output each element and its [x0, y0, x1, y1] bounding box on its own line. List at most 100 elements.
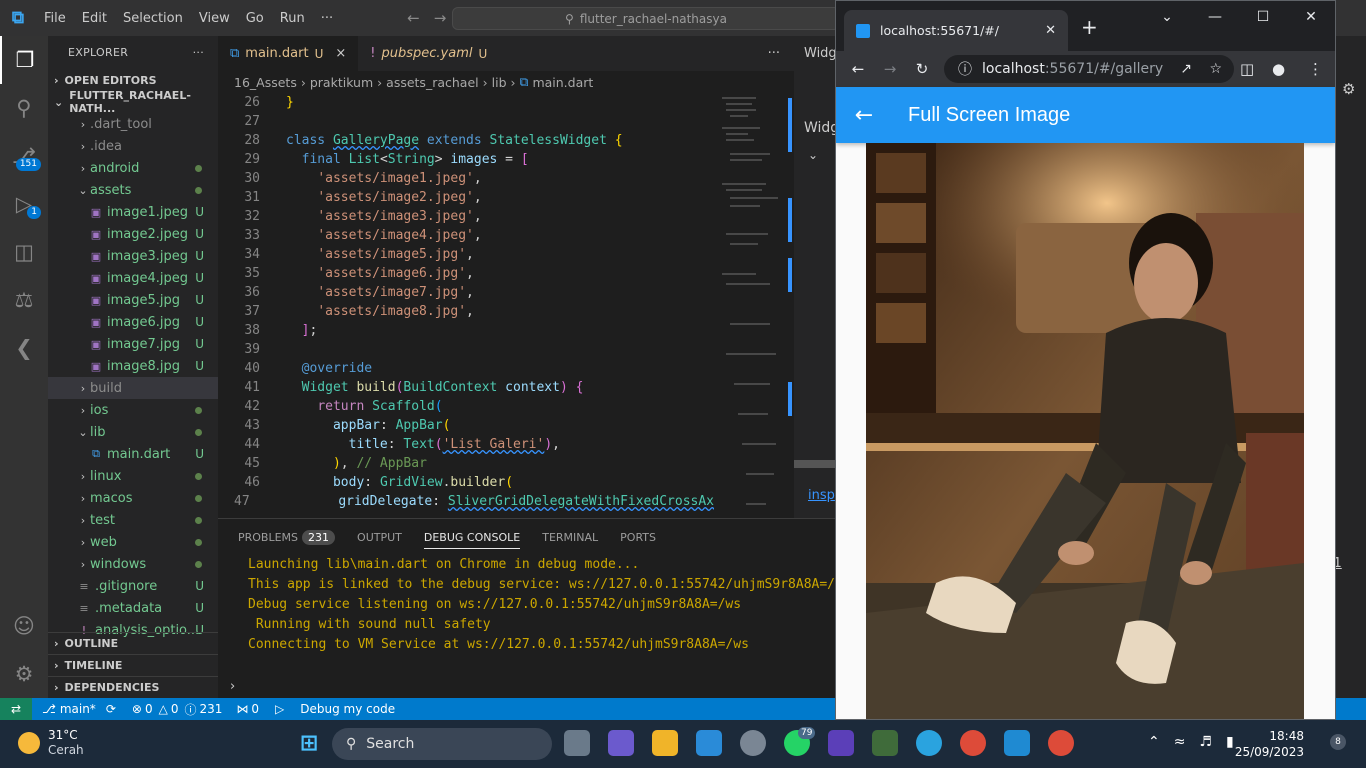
address-bar[interactable]: ⓘ localhost:55671/#/gallery ↗ ☆ — [944, 55, 1234, 83]
more-actions-icon[interactable]: ··· — [193, 46, 204, 59]
tree-item[interactable]: ⧉ main.dart U — [48, 443, 218, 465]
tab-main-dart[interactable]: ⧉ main.dart U × — [218, 36, 359, 71]
app-icon[interactable] — [872, 730, 898, 756]
clock[interactable]: 18:48 25/09/2023 — [1235, 728, 1304, 760]
close-tab-icon[interactable]: ✕ — [1045, 23, 1056, 38]
close-icon[interactable]: × — [335, 46, 346, 61]
tree-item[interactable]: ▣ image1.jpeg U — [48, 201, 218, 223]
menu-selection[interactable]: Selection — [115, 11, 191, 26]
tree-item[interactable]: › windows — [48, 553, 218, 575]
tree-item[interactable]: › linux — [48, 465, 218, 487]
search-icon[interactable]: ⚲ — [0, 84, 48, 132]
tab-ports[interactable]: PORTS — [620, 531, 656, 544]
chevron-up-icon[interactable]: ⌃ — [1148, 734, 1160, 750]
info-count[interactable]: 231 — [199, 702, 222, 716]
forward-arrow-icon[interactable]: → — [874, 60, 906, 78]
git-branch[interactable]: main* — [60, 702, 96, 716]
tree-item[interactable]: ▣ image3.jpeg U — [48, 245, 218, 267]
chrome-profile-icon[interactable] — [960, 730, 986, 756]
tree-item[interactable]: › .idea — [48, 135, 218, 157]
extensions-icon[interactable]: ◫ — [0, 228, 48, 276]
menu-view[interactable]: View — [191, 11, 238, 26]
sync-icon[interactable]: ⟳ — [106, 702, 116, 716]
bookmark-star-icon[interactable]: ☆ — [1209, 61, 1222, 77]
editor-more-icon[interactable]: ··· — [768, 46, 794, 61]
battery-icon[interactable]: ▮ — [1226, 734, 1234, 750]
close-window-icon[interactable]: ✕ — [1287, 1, 1335, 33]
site-info-icon[interactable]: ⓘ — [958, 59, 972, 79]
explorer-icon[interactable]: ❐ — [0, 36, 48, 84]
telegram-icon[interactable] — [916, 730, 942, 756]
chevron-down-icon[interactable]: ⌄ — [808, 148, 818, 162]
breadcrumb-item[interactable]: assets_rachael — [386, 75, 478, 90]
back-arrow-icon[interactable]: ← — [842, 60, 874, 78]
tree-item[interactable]: › test — [48, 509, 218, 531]
chrome-icon[interactable] — [1048, 730, 1074, 756]
wifi-icon[interactable]: ≈ — [1174, 734, 1186, 750]
ports-count[interactable]: 0 — [251, 702, 259, 716]
tree-item[interactable]: ▣ image8.jpg U — [48, 355, 218, 377]
console-input-chevron-icon[interactable]: › — [230, 679, 235, 694]
teams-icon[interactable] — [608, 730, 634, 756]
vscode-icon[interactable] — [1004, 730, 1030, 756]
settings-icon[interactable] — [740, 730, 766, 756]
breadcrumb-item[interactable]: 16_Assets — [234, 75, 297, 90]
outline-section[interactable]: › OUTLINE — [48, 632, 218, 654]
taskbar-search[interactable]: ⚲ Search — [332, 728, 552, 760]
breadcrumb-item[interactable]: main.dart — [532, 75, 593, 90]
horizontal-scrollbar[interactable] — [794, 460, 838, 468]
reload-icon[interactable]: ↻ — [906, 60, 938, 78]
tree-item[interactable]: ⌄ assets — [48, 179, 218, 201]
tab-terminal[interactable]: TERMINAL — [542, 531, 598, 544]
forward-arrow-icon[interactable]: → — [434, 9, 447, 27]
tree-item[interactable]: › .dart_tool — [48, 113, 218, 135]
settings-gear-icon[interactable]: ⚙ — [0, 650, 48, 698]
breadcrumb-item[interactable]: praktikum — [310, 75, 373, 90]
task-view-icon[interactable] — [564, 730, 590, 756]
minimap[interactable] — [716, 93, 794, 518]
menu-file[interactable]: File — [36, 11, 74, 26]
tab-debug-console[interactable]: DEBUG CONSOLE — [423, 531, 521, 549]
code-editor[interactable]: 26} 27 28 class GalleryPage extends State… — [218, 93, 714, 518]
back-arrow-icon[interactable]: ← — [407, 9, 420, 27]
menu-run[interactable]: Run — [272, 11, 313, 26]
side-panel-icon[interactable]: ◫ — [1240, 51, 1254, 87]
gear-icon[interactable]: ⚙ — [1342, 80, 1355, 98]
account-icon[interactable]: ☺ — [0, 602, 48, 650]
tree-item[interactable]: ≡ .gitignore U — [48, 575, 218, 597]
weather-widget[interactable]: 31°C Cerah — [18, 728, 84, 758]
tab-output[interactable]: OUTPUT — [357, 531, 402, 544]
testing-icon[interactable]: ⚖ — [0, 276, 48, 324]
tree-item[interactable]: › web — [48, 531, 218, 553]
tree-item[interactable]: ≡ .metadata U — [48, 597, 218, 619]
flutter-icon[interactable]: ❮ — [0, 324, 48, 372]
dependencies-section[interactable]: › DEPENDENCIES — [48, 676, 218, 698]
error-count[interactable]: 0 — [145, 702, 153, 716]
tree-item[interactable]: › macos — [48, 487, 218, 509]
maximize-icon[interactable]: ☐ — [1239, 1, 1287, 33]
tree-item[interactable]: ⌄ lib — [48, 421, 218, 443]
new-tab-icon[interactable]: + — [1081, 15, 1098, 39]
menu-edit[interactable]: Edit — [74, 11, 115, 26]
notification-badge[interactable]: 8 — [1330, 734, 1346, 750]
open-editors-section[interactable]: › OPEN EDITORS — [48, 69, 218, 91]
tab-search-chevron-icon[interactable]: ⌄ — [1143, 1, 1191, 33]
kebab-menu-icon[interactable]: ⋮ — [1308, 51, 1323, 87]
browser-tab[interactable]: localhost:55671/#/ ✕ — [844, 10, 1068, 51]
tree-item[interactable]: ▣ image2.jpeg U — [48, 223, 218, 245]
project-section[interactable]: ⌄ FLUTTER_RACHAEL-NATH... — [48, 89, 218, 115]
volume-icon[interactable]: ♬ — [1199, 734, 1212, 750]
menu-more[interactable]: ··· — [313, 11, 341, 26]
remote-indicator-icon[interactable]: ⇄ — [0, 698, 32, 720]
tree-item[interactable]: › android — [48, 157, 218, 179]
command-center[interactable]: ⚲ flutter_rachael-nathasya — [452, 7, 840, 30]
run-debug-icon[interactable]: ▷ 1 — [0, 180, 48, 228]
minimize-icon[interactable]: — — [1191, 1, 1239, 33]
back-arrow-icon[interactable]: ← — [836, 103, 892, 128]
timeline-section[interactable]: › TIMELINE — [48, 654, 218, 676]
tree-item[interactable]: ▣ image6.jpg U — [48, 311, 218, 333]
profile-icon[interactable]: ● — [1272, 51, 1285, 87]
windows-start-icon[interactable]: ⊞ — [296, 730, 322, 756]
tree-item[interactable]: ▣ image4.jpeg U — [48, 267, 218, 289]
share-icon[interactable]: ↗ — [1180, 61, 1192, 77]
